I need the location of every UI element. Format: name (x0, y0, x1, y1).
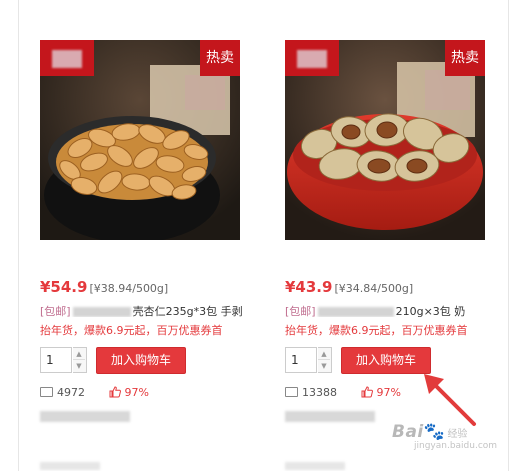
product-image[interactable]: 热卖 (40, 40, 240, 240)
product-title: 210g×3包 奶 (395, 305, 466, 317)
product-title-link[interactable]: [包邮] 210g×3包 奶 (285, 303, 490, 317)
price-row: ¥54.9 [¥38.94/500g] (40, 277, 169, 296)
shop-logo (285, 40, 339, 76)
unit-price: [¥34.84/500g] (334, 282, 414, 295)
caret-down-icon[interactable]: ▼ (318, 360, 330, 372)
hot-sale-badge: 热卖 (445, 40, 485, 76)
promo-link[interactable]: 抬年货，爆款6.9元起，百万优惠券首 (40, 322, 245, 336)
price: ¥43.9 (285, 278, 333, 296)
product-title: 壳杏仁235g*3包 手剥 (132, 305, 243, 317)
watermark-brand: Bai (392, 422, 424, 442)
left-divider (18, 0, 19, 471)
quantity-input[interactable]: 1 (40, 347, 72, 373)
product-stats: 4972 97% (40, 386, 149, 400)
price-row: ¥43.9 [¥34.84/500g] (285, 277, 414, 296)
comment-icon[interactable] (285, 387, 298, 397)
hot-sale-badge: 热卖 (200, 40, 240, 76)
shop-name-redacted[interactable] (285, 411, 375, 422)
comment-count[interactable]: 13388 (302, 386, 337, 399)
thumbs-up-icon (109, 386, 121, 398)
redacted-text (317, 307, 394, 317)
quantity-input[interactable]: 1 (285, 347, 317, 373)
caret-up-icon[interactable]: ▲ (73, 348, 85, 360)
add-to-cart-button[interactable]: 加入购物车 (96, 347, 186, 374)
unit-price: [¥38.94/500g] (89, 282, 169, 295)
quantity-stepper[interactable]: ▲ ▼ (318, 347, 332, 373)
promo-link[interactable]: 抬年货，爆款6.9元起，百万优惠券首 (285, 322, 490, 336)
caret-up-icon[interactable]: ▲ (318, 348, 330, 360)
free-shipping-tag: [包邮] (285, 305, 316, 317)
redacted-text (72, 307, 131, 317)
watermark-url: jingyan.baidu.com (414, 441, 498, 451)
paw-icon: 🐾 (423, 422, 446, 442)
add-to-cart-button[interactable]: 加入购物车 (341, 347, 431, 374)
thumbs-up-icon (361, 386, 373, 398)
positive-rate: 97% (376, 386, 401, 399)
price: ¥54.9 (40, 278, 88, 296)
redacted-text (40, 462, 100, 470)
caret-down-icon[interactable]: ▼ (73, 360, 85, 372)
comment-count[interactable]: 4972 (57, 386, 85, 399)
product-stats: 13388 97% (285, 386, 401, 400)
shop-name-redacted[interactable] (40, 411, 130, 422)
quantity-stepper[interactable]: ▲ ▼ (73, 347, 87, 373)
watermark-brand-tail: 经验 (447, 429, 468, 440)
shop-logo (40, 40, 94, 76)
redacted-text (285, 462, 345, 470)
annotation-arrow-icon (424, 374, 476, 426)
free-shipping-tag: [包邮] (40, 305, 71, 317)
product-image[interactable]: 热卖 (285, 40, 485, 240)
product-title-link[interactable]: [包邮] 壳杏仁235g*3包 手剥 (40, 303, 245, 317)
product-card: 热卖 ¥54.9 [¥38.94/500g] [包邮] 壳杏仁235g*3包 手剥 … (40, 0, 245, 471)
baidu-jingyan-watermark: Bai🐾 经验 jingyan.baidu.com (392, 422, 497, 451)
comment-icon[interactable] (40, 387, 53, 397)
right-divider (508, 0, 509, 471)
positive-rate: 97% (124, 386, 149, 399)
